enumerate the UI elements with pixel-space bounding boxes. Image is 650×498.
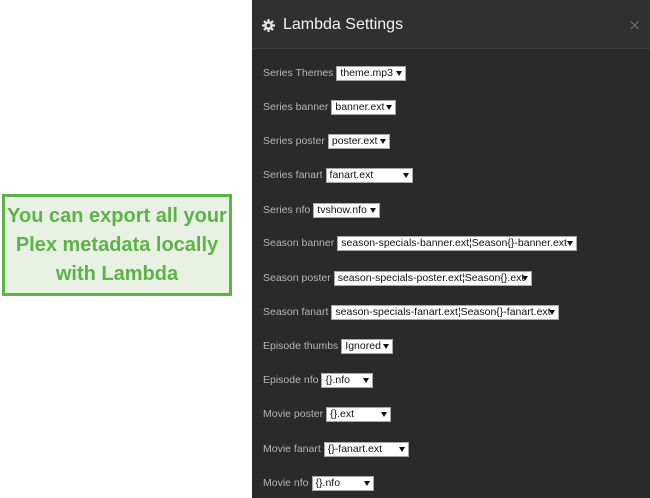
- setting-row-series-banner: Series banner banner.ext: [263, 99, 397, 115]
- setting-label: Season poster: [263, 272, 331, 284]
- setting-select[interactable]: season-specials-poster.ext¦Season{}.ext: [333, 270, 532, 286]
- setting-label: Series poster: [263, 135, 325, 147]
- lambda-settings-modal: Lambda Settings × Series Themes theme.mp…: [252, 0, 650, 498]
- setting-label: Episode nfo: [263, 374, 319, 386]
- setting-select-value: poster.ext: [331, 134, 378, 147]
- setting-select[interactable]: banner.ext: [331, 99, 397, 115]
- setting-select-value: season-specials-banner.ext¦Season{}-bann…: [341, 236, 567, 249]
- setting-select-value: {}-fanart.ext: [327, 442, 383, 455]
- chevron-down-icon: [363, 377, 370, 383]
- chevron-down-icon: [386, 104, 393, 110]
- setting-select[interactable]: tvshow.nfo: [313, 202, 381, 218]
- chevron-down-icon: [370, 207, 377, 213]
- setting-select[interactable]: Ignored: [341, 338, 394, 354]
- setting-select[interactable]: theme.mp3: [336, 65, 407, 81]
- setting-select-value: theme.mp3: [340, 66, 393, 79]
- modal-header: Lambda Settings ×: [252, 0, 650, 49]
- setting-label: Series Themes: [263, 67, 334, 79]
- setting-select[interactable]: {}-fanart.ext: [323, 441, 409, 457]
- chevron-down-icon: [549, 309, 556, 315]
- annotation-callout: You can export all your Plex metadata lo…: [2, 194, 232, 296]
- chevron-down-icon: [363, 480, 370, 486]
- setting-row-movie-nfo: Movie nfo {}.nfo: [263, 475, 374, 491]
- setting-row-series-nfo: Series nfo tvshow.nfo: [263, 202, 381, 218]
- setting-select[interactable]: {}.ext: [326, 406, 392, 422]
- setting-label: Movie nfo: [263, 477, 309, 489]
- setting-select-value: season-specials-poster.ext¦Season{}.ext: [337, 271, 525, 284]
- setting-row-movie-fanart: Movie fanart {}-fanart.ext: [263, 441, 409, 457]
- setting-row-series-poster: Series poster poster.ext: [263, 133, 390, 149]
- setting-select-value: season-specials-fanart.ext¦Season{}-fana…: [335, 305, 551, 318]
- setting-row-season-banner: Season banner season-specials-banner.ext…: [263, 235, 578, 251]
- chevron-down-icon: [396, 70, 403, 76]
- setting-label: Season fanart: [263, 306, 329, 318]
- setting-select[interactable]: season-specials-fanart.ext¦Season{}-fana…: [331, 304, 560, 320]
- setting-select-value: tvshow.nfo: [317, 203, 367, 216]
- chevron-down-icon: [398, 446, 405, 452]
- setting-row-series-themes: Series Themes theme.mp3: [263, 65, 463, 81]
- setting-row-season-fanart: Season fanart season-specials-fanart.ext…: [263, 304, 560, 320]
- chevron-down-icon: [379, 138, 386, 144]
- chevron-down-icon: [383, 343, 390, 349]
- setting-select-value: {}.nfo: [315, 476, 341, 489]
- modal-title: Lambda Settings: [283, 16, 404, 33]
- setting-select[interactable]: {}.nfo: [311, 475, 374, 491]
- setting-row-series-fanart: Series fanart fanart.ext: [263, 167, 413, 183]
- setting-select[interactable]: fanart.ext: [325, 167, 413, 183]
- setting-row-episode-thumbs: Episode thumbs Ignored: [263, 338, 394, 354]
- setting-row-movie-poster: Movie poster {}.ext: [263, 406, 392, 422]
- chevron-down-icon: [567, 240, 574, 246]
- setting-select[interactable]: {}.nfo: [321, 372, 374, 388]
- setting-select[interactable]: season-specials-banner.ext¦Season{}-bann…: [337, 235, 578, 251]
- chevron-down-icon: [402, 172, 409, 178]
- gear-icon: [262, 19, 275, 32]
- chevron-down-icon: [381, 411, 388, 417]
- setting-label: Movie fanart: [263, 443, 321, 455]
- setting-label: Series banner: [263, 101, 329, 113]
- setting-label: Movie poster: [263, 408, 324, 420]
- setting-select-value: {}.ext: [330, 407, 355, 420]
- setting-row-episode-nfo: Episode nfo {}.nfo: [263, 372, 374, 388]
- setting-label: Series nfo: [263, 204, 311, 216]
- setting-label: Season banner: [263, 237, 335, 249]
- setting-label: Series fanart: [263, 169, 323, 181]
- close-icon[interactable]: ×: [628, 16, 641, 34]
- chevron-down-icon: [521, 275, 528, 281]
- setting-select-value: banner.ext: [335, 100, 385, 113]
- setting-label: Episode thumbs: [263, 340, 339, 352]
- setting-select-value: {}.nfo: [325, 373, 350, 386]
- setting-select-value: Ignored: [345, 339, 381, 352]
- setting-select-value: fanart.ext: [329, 168, 374, 181]
- setting-select[interactable]: poster.ext: [327, 133, 390, 149]
- callout-text: You can export all your Plex metadata lo…: [7, 204, 227, 285]
- setting-row-season-poster: Season poster season-specials-poster.ext…: [263, 270, 532, 286]
